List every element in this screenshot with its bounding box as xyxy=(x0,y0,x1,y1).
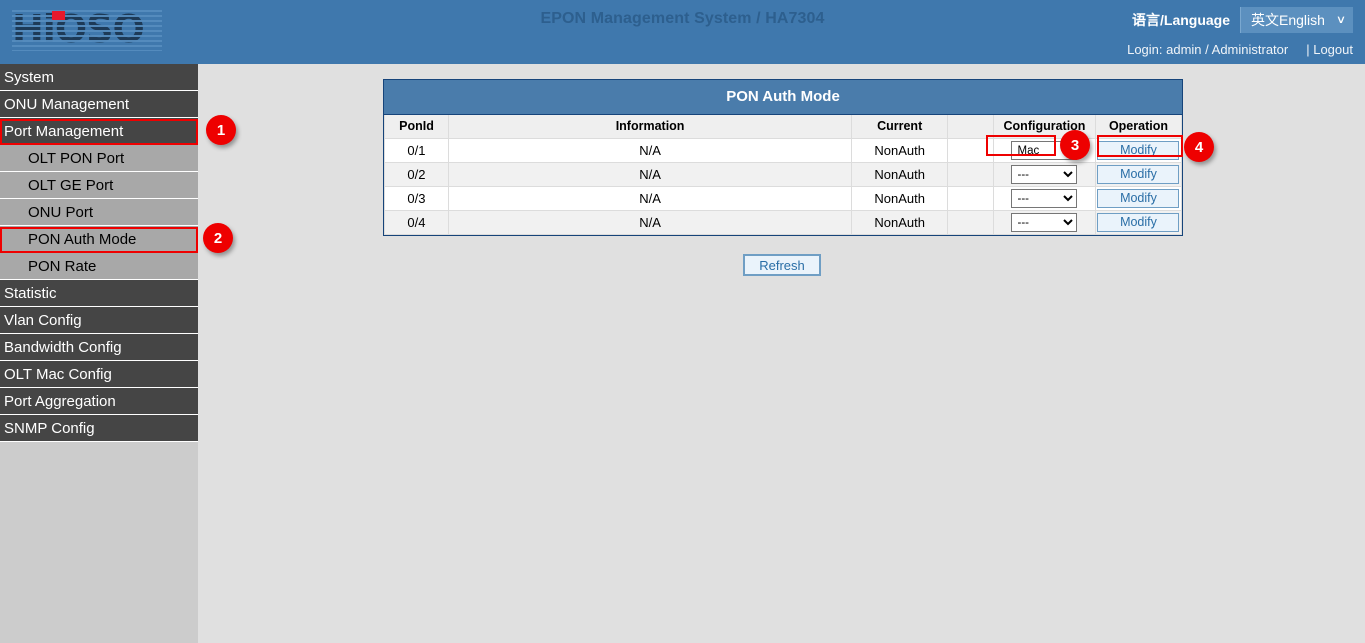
table-row: 0/4N/ANonAuth ---MacLOIDMac+LOIDNonAuth Mo… xyxy=(385,211,1182,235)
sidebar-item-snmp-config[interactable]: SNMP Config xyxy=(0,415,198,442)
cell-current: NonAuth xyxy=(852,139,948,163)
cell-information: N/A xyxy=(448,139,851,163)
column-header-current: Current xyxy=(852,115,948,139)
annotation-badge-1: 1 xyxy=(206,115,236,145)
sidebar-item-pon-auth-mode[interactable]: PON Auth Mode xyxy=(0,226,198,253)
cell-current: NonAuth xyxy=(852,163,948,187)
sidebar-item-label: ONU Port xyxy=(28,204,93,221)
language-selected-value: 英文English xyxy=(1251,10,1325,30)
modify-button[interactable]: Modify xyxy=(1097,165,1179,184)
sidebar-item-label: OLT PON Port xyxy=(28,150,124,167)
sidebar-item-label: OLT Mac Config xyxy=(4,366,112,383)
column-header-information: Information xyxy=(448,115,851,139)
cell-operation: Modify xyxy=(1095,211,1181,235)
annotation-badge-4: 4 xyxy=(1184,132,1214,162)
sidebar-item-system[interactable]: System xyxy=(0,64,198,91)
sidebar-nav: System ONU Management Port Management OLT P… xyxy=(0,64,198,643)
cell-current: NonAuth xyxy=(852,187,948,211)
sidebar-item-bandwidth-config[interactable]: Bandwidth Config xyxy=(0,334,198,361)
pon-auth-mode-panel: PON Auth Mode PonId Information Current … xyxy=(383,79,1183,236)
pon-auth-table: PonId Information Current Configuration … xyxy=(384,115,1182,235)
sidebar-item-onu-management[interactable]: ONU Management xyxy=(0,91,198,118)
cell-configuration: ---MacLOIDMac+LOIDNonAuth xyxy=(994,211,1096,235)
login-info-row: Login: admin / Administrator | Logout xyxy=(1127,42,1353,57)
language-label: 语言/Language xyxy=(1132,10,1230,30)
column-header-operation: Operation xyxy=(1095,115,1181,139)
config-select[interactable]: ---MacLOIDMac+LOIDNonAuth xyxy=(1011,189,1077,208)
sidebar-item-label: OLT GE Port xyxy=(28,177,113,194)
cell-ponid: 0/1 xyxy=(385,139,449,163)
logo-accent-bar xyxy=(52,11,65,20)
annotation-badge-3: 3 xyxy=(1060,130,1090,160)
modify-button[interactable]: Modify xyxy=(1097,189,1179,208)
login-user-text: Login: admin / Administrator xyxy=(1127,42,1288,57)
cell-spacer xyxy=(948,211,994,235)
annotation-badge-2: 2 xyxy=(203,223,233,253)
sidebar-item-olt-pon-port[interactable]: OLT PON Port xyxy=(0,145,198,172)
sidebar-item-label: Vlan Config xyxy=(4,312,82,329)
cell-spacer xyxy=(948,187,994,211)
cell-spacer xyxy=(948,139,994,163)
cell-configuration: ---MacLOIDMac+LOIDNonAuth xyxy=(994,187,1096,211)
sidebar-item-label: System xyxy=(4,69,54,86)
chevron-down-icon: ∨ xyxy=(1336,15,1346,26)
sidebar-item-port-aggregation[interactable]: Port Aggregation xyxy=(0,388,198,415)
sidebar-item-label: PON Rate xyxy=(28,258,96,275)
sidebar-item-port-management[interactable]: Port Management xyxy=(0,118,198,145)
modify-button[interactable]: Modify xyxy=(1097,141,1179,160)
refresh-button[interactable]: Refresh xyxy=(743,254,821,276)
sidebar-item-pon-rate[interactable]: PON Rate xyxy=(0,253,198,280)
modify-button[interactable]: Modify xyxy=(1097,213,1179,232)
logout-link[interactable]: | Logout xyxy=(1306,42,1353,57)
cell-current: NonAuth xyxy=(852,211,948,235)
sidebar-item-label: Port Management xyxy=(4,123,123,140)
panel-title: PON Auth Mode xyxy=(384,80,1182,115)
config-select[interactable]: ---MacLOIDMac+LOIDNonAuth xyxy=(1011,165,1077,184)
cell-operation: Modify xyxy=(1095,163,1181,187)
cell-ponid: 0/4 xyxy=(385,211,449,235)
config-select[interactable]: ---MacLOIDMac+LOIDNonAuth xyxy=(1011,213,1077,232)
cell-operation: Modify xyxy=(1095,139,1181,163)
sidebar-item-label: Port Aggregation xyxy=(4,393,116,410)
sidebar-item-label: PON Auth Mode xyxy=(28,231,136,248)
cell-information: N/A xyxy=(448,187,851,211)
cell-ponid: 0/2 xyxy=(385,163,449,187)
cell-information: N/A xyxy=(448,211,851,235)
language-area: 语言/Language 英文English ∨ xyxy=(1132,7,1353,33)
sidebar-item-label: SNMP Config xyxy=(4,420,95,437)
cell-operation: Modify xyxy=(1095,187,1181,211)
cell-information: N/A xyxy=(448,163,851,187)
sidebar-item-label: Bandwidth Config xyxy=(4,339,122,356)
column-header-ponid: PonId xyxy=(385,115,449,139)
column-header-spacer xyxy=(948,115,994,139)
cell-spacer xyxy=(948,163,994,187)
sidebar-item-statistic[interactable]: Statistic xyxy=(0,280,198,307)
sidebar-item-olt-mac-config[interactable]: OLT Mac Config xyxy=(0,361,198,388)
sidebar-item-onu-port[interactable]: ONU Port xyxy=(0,199,198,226)
sidebar-item-vlan-config[interactable]: Vlan Config xyxy=(0,307,198,334)
table-row: 0/3N/ANonAuth ---MacLOIDMac+LOIDNonAuth Mo… xyxy=(385,187,1182,211)
sidebar-item-label: ONU Management xyxy=(4,96,129,113)
language-select[interactable]: 英文English ∨ xyxy=(1240,7,1353,33)
sidebar-item-olt-ge-port[interactable]: OLT GE Port xyxy=(0,172,198,199)
page-header: HiOSO EPON Management System / HA7304 语言… xyxy=(0,0,1365,64)
cell-ponid: 0/3 xyxy=(385,187,449,211)
cell-configuration: ---MacLOIDMac+LOIDNonAuth xyxy=(994,163,1096,187)
sidebar-item-label: Statistic xyxy=(4,285,57,302)
table-header-row: PonId Information Current Configuration … xyxy=(385,115,1182,139)
table-row: 0/2N/ANonAuth ---MacLOIDMac+LOIDNonAuth Mo… xyxy=(385,163,1182,187)
